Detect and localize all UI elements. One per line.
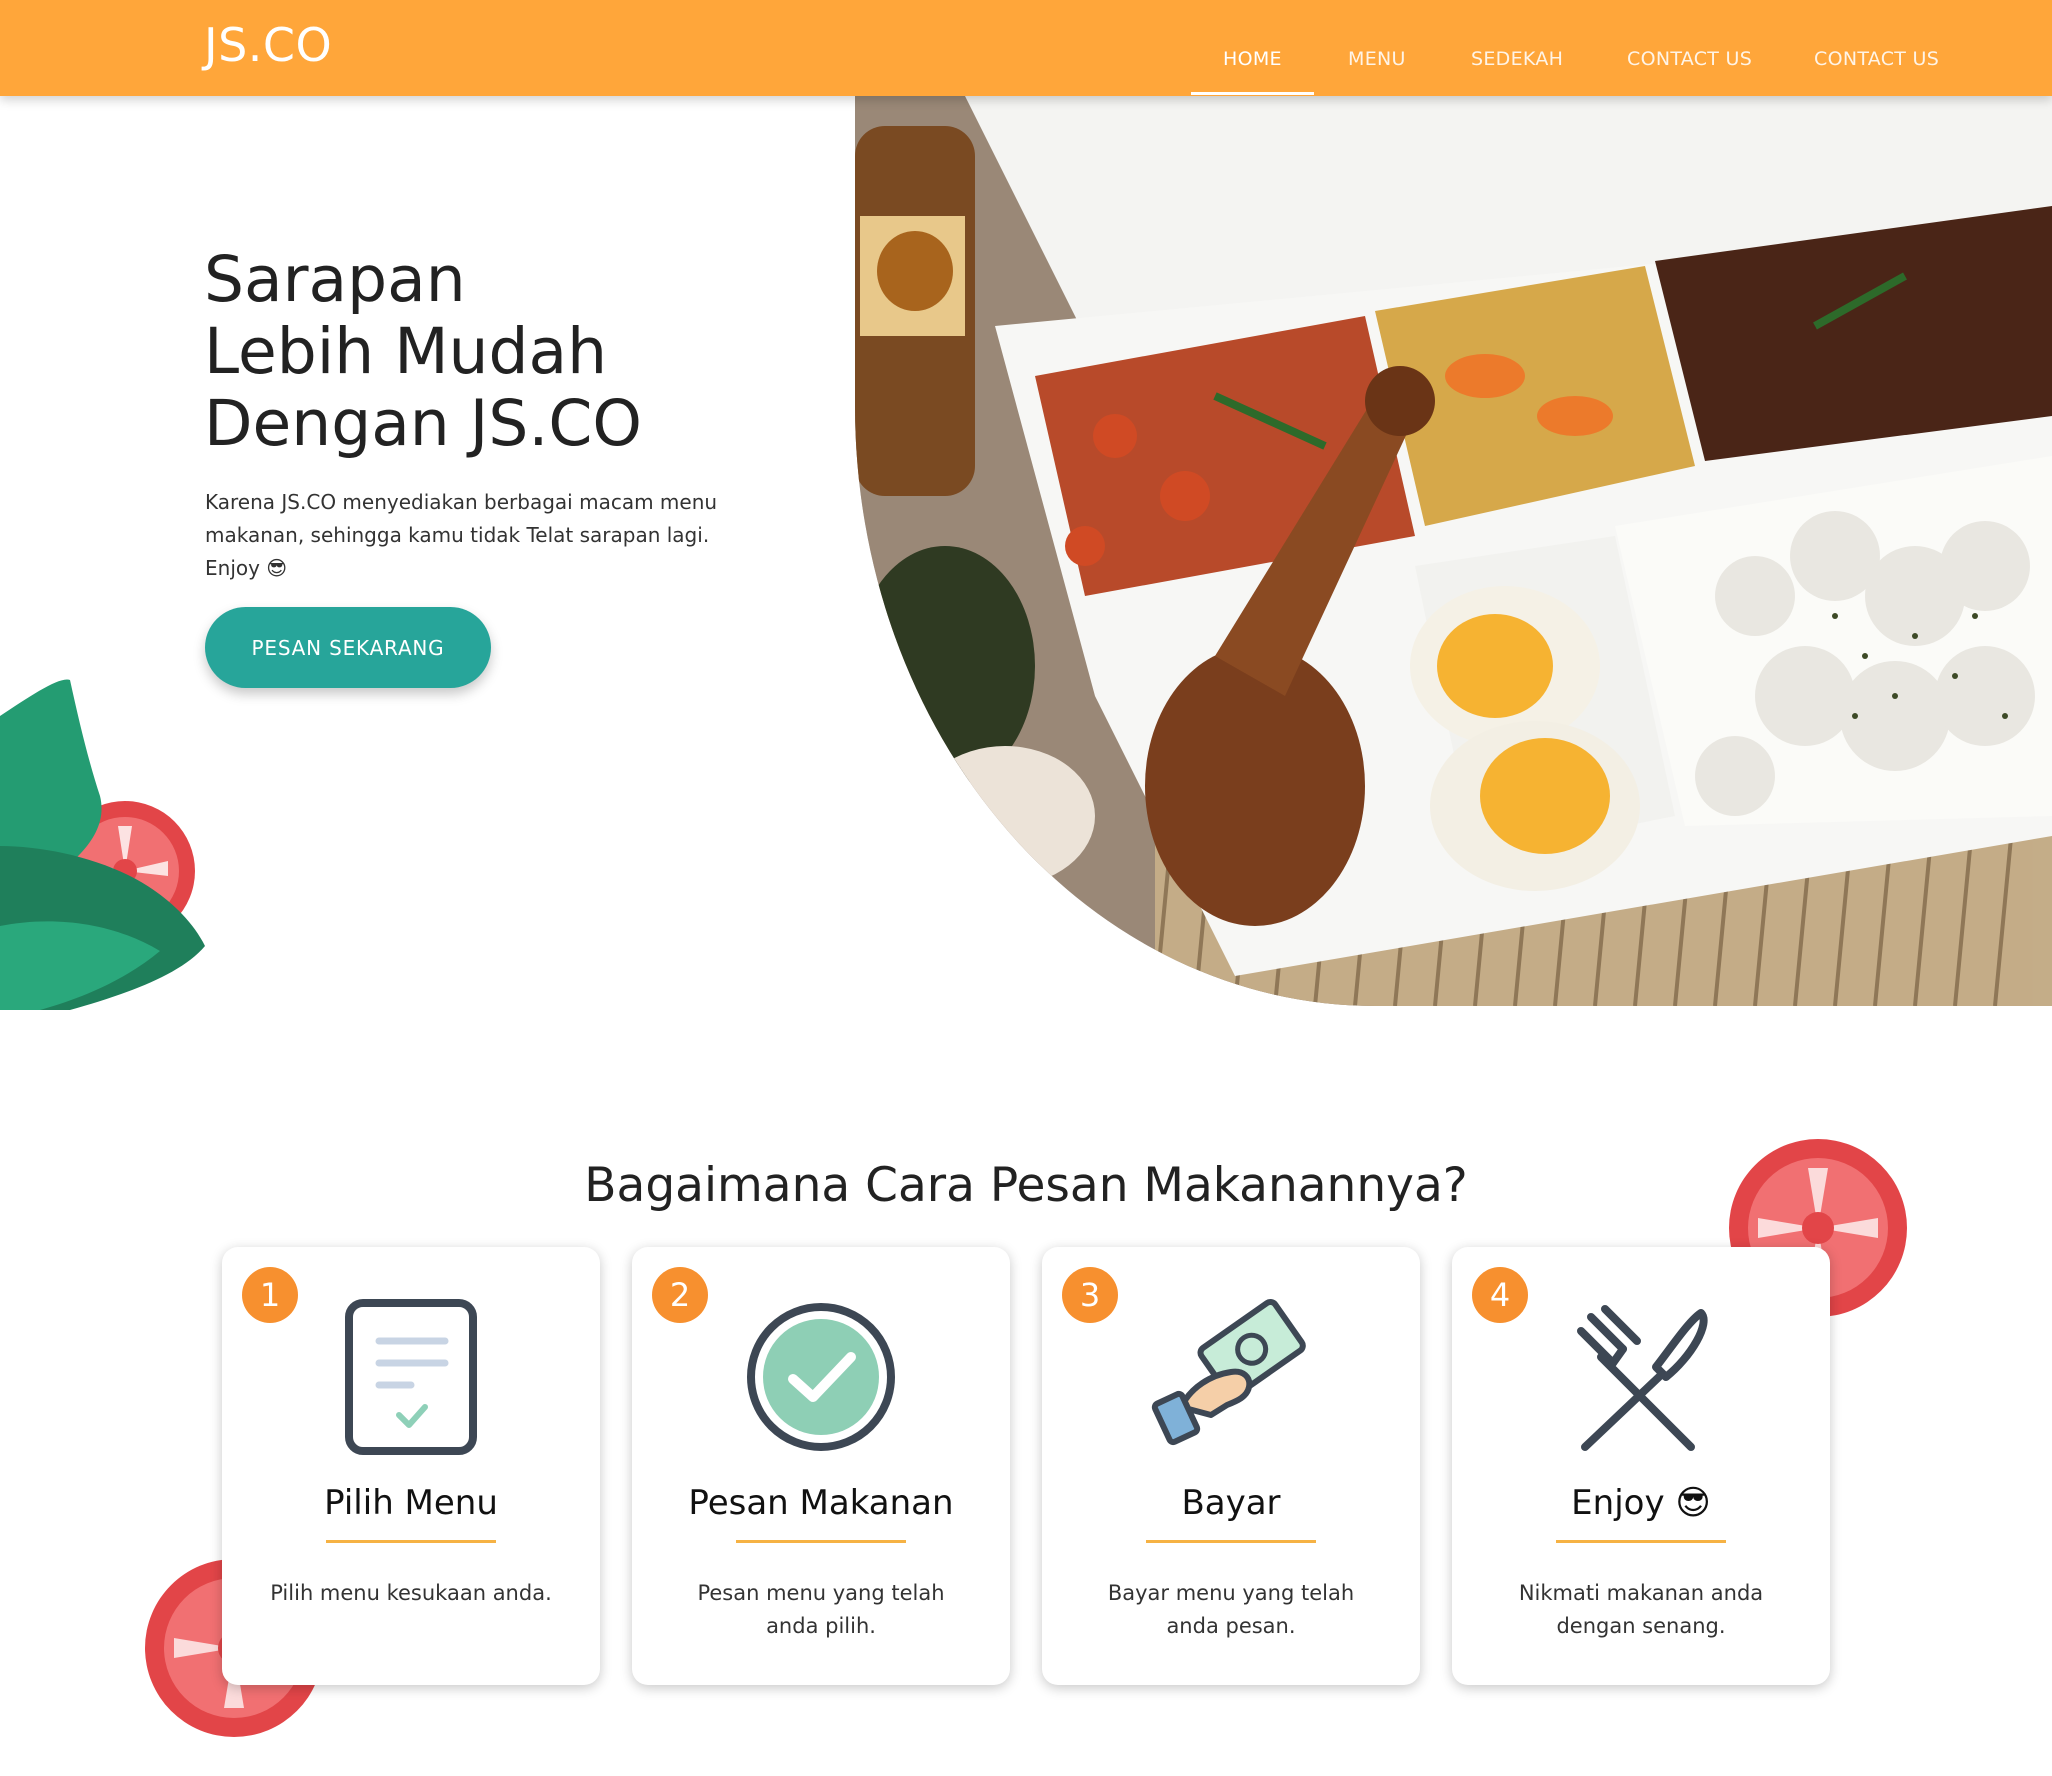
title-underline bbox=[326, 1540, 496, 1543]
menu-document-icon bbox=[345, 1299, 477, 1455]
title-underline bbox=[1556, 1540, 1726, 1543]
step-description: Pesan menu yang telah anda pilih. bbox=[697, 1581, 945, 1638]
step-description: Bayar menu yang telah anda pesan. bbox=[1107, 1581, 1355, 1638]
nav-active-indicator bbox=[1191, 92, 1314, 95]
hero-food-image bbox=[855, 96, 2052, 1006]
step-description: Nikmati makanan anda dengan senang. bbox=[1518, 1581, 1764, 1638]
hero-title-line-2: Lebih Mudah bbox=[204, 315, 608, 388]
step-card-bayar[interactable]: 3 Bayar Bayar menu yang telah anda pesan… bbox=[1042, 1247, 1420, 1685]
title-underline bbox=[1146, 1540, 1316, 1543]
leaf-tomato-decoration bbox=[0, 679, 205, 1010]
hero-description: Karena JS.CO menyediakan berbagai macam … bbox=[205, 490, 718, 580]
nav-contact-us-2[interactable]: CONTACT US bbox=[1814, 48, 1939, 70]
step-card-enjoy[interactable]: 4 Enjoy 😎 Nikmati makanan anda dengan se… bbox=[1452, 1247, 1830, 1685]
step-description: Pilih menu kesukaan anda. bbox=[270, 1581, 552, 1605]
step-title: Pesan Makanan bbox=[688, 1483, 954, 1523]
navbar: JS.CO HOME MENU SEDEKAH CONTACT US CONTA… bbox=[0, 0, 2052, 96]
step-title: Bayar bbox=[1181, 1483, 1281, 1523]
hand-money-icon bbox=[1151, 1299, 1306, 1446]
step-title: Enjoy 😎 bbox=[1571, 1483, 1711, 1523]
hero-title: Sarapan Lebih Mudah Dengan JS.CO bbox=[204, 244, 642, 460]
nav-home[interactable]: HOME bbox=[1223, 48, 1282, 70]
nav-menu[interactable]: MENU bbox=[1348, 48, 1406, 70]
title-underline bbox=[736, 1540, 906, 1543]
nav-sedekah[interactable]: SEDEKAH bbox=[1471, 48, 1563, 70]
pesan-sekarang-button[interactable]: PESAN SEKARANG bbox=[205, 607, 491, 688]
hero-title-line-3: Dengan JS.CO bbox=[204, 387, 642, 460]
step-title: Pilih Menu bbox=[324, 1483, 498, 1523]
hero-title-line-1: Sarapan bbox=[204, 243, 466, 316]
brand-logo[interactable]: JS.CO bbox=[204, 18, 332, 72]
fork-knife-icon bbox=[1577, 1305, 1708, 1451]
check-circle-icon bbox=[747, 1303, 895, 1451]
step-card-pilih-menu[interactable]: 1 Pilih Menu Pilih menu kesukaan anda. bbox=[222, 1247, 600, 1685]
nav-contact-us[interactable]: CONTACT US bbox=[1627, 48, 1752, 70]
step-card-pesan-makanan[interactable]: 2 Pesan Makanan Pesan menu yang telah an… bbox=[632, 1247, 1010, 1685]
